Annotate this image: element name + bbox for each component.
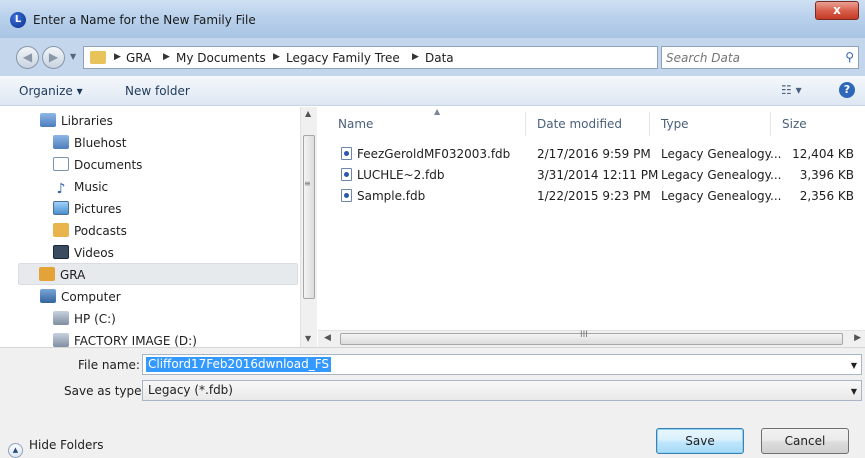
help-icon[interactable]: ?	[839, 82, 855, 98]
column-header-type[interactable]: Type	[661, 117, 689, 131]
file-size: 12,404 KB	[792, 147, 854, 161]
file-size: 3,396 KB	[799, 168, 854, 182]
nav-item-podcasts[interactable]: Podcasts	[53, 220, 127, 242]
address-row: ◀ ▶ ▼ ▶ GRA ▶ My Documents ▶ Legacy Fami…	[0, 38, 865, 76]
scroll-grip-icon: III	[580, 330, 588, 340]
library-icon	[53, 135, 69, 149]
cancel-button[interactable]: Cancel	[761, 428, 849, 454]
legacy-file-icon	[341, 147, 352, 160]
breadcrumb-separator-icon[interactable]: ▶	[114, 52, 121, 62]
music-icon: ♪	[56, 181, 66, 197]
nav-item-documents[interactable]: Documents	[53, 154, 142, 176]
file-name: Sample.fdb	[357, 189, 426, 203]
drive-icon	[53, 311, 69, 325]
computer-icon	[40, 289, 56, 303]
column-divider[interactable]	[770, 112, 771, 136]
nav-vertical-scrollbar[interactable]: ▲ ≡ ▼	[300, 107, 317, 347]
file-name: LUCHLE~2.fdb	[357, 168, 445, 182]
nav-item-hp-c[interactable]: HP (C:)	[53, 308, 116, 330]
title-bar: L Enter a Name for the New Family File x	[0, 0, 865, 38]
videos-icon	[53, 245, 69, 259]
save-as-type-select[interactable]: Legacy (*.fdb) ▼	[142, 380, 862, 401]
new-folder-button[interactable]: New folder	[125, 84, 190, 98]
nav-item-computer[interactable]: Computer	[40, 286, 121, 308]
breadcrumb-legacy-family-tree[interactable]: Legacy Family Tree	[286, 51, 400, 65]
scroll-thumb[interactable]	[303, 135, 315, 299]
file-size: 2,356 KB	[799, 189, 854, 203]
save-button[interactable]: Save	[656, 428, 744, 454]
file-type: Legacy Genealogy...	[661, 147, 782, 161]
file-name-field[interactable]: Clifford17Feb2016dwnload_FS ▼	[142, 354, 862, 375]
chevron-down-icon[interactable]: ▼	[851, 387, 857, 396]
navigation-pane: Libraries Bluehost Documents ♪ Music Pict…	[0, 107, 318, 347]
column-header-name[interactable]: Name	[338, 117, 373, 131]
folder-icon	[90, 51, 106, 64]
breadcrumb-separator-icon[interactable]: ▶	[412, 52, 419, 62]
scroll-down-icon[interactable]: ▼	[305, 334, 311, 343]
scroll-right-icon[interactable]: ▶	[854, 333, 861, 343]
save-form: File name: Clifford17Feb2016dwnload_FS ▼…	[0, 347, 865, 458]
file-list: Name ▲ Date modified Type Size FeezGerol…	[318, 107, 865, 347]
collapse-icon: ▲	[8, 443, 23, 458]
nav-item-videos[interactable]: Videos	[53, 242, 114, 264]
scroll-thumb[interactable]	[340, 333, 843, 345]
nav-item-libraries[interactable]: Libraries	[40, 110, 113, 132]
forward-button[interactable]: ▶	[42, 46, 65, 69]
close-button[interactable]: x	[815, 1, 859, 20]
file-type: Legacy Genealogy...	[661, 168, 782, 182]
breadcrumb-data[interactable]: Data	[425, 51, 454, 65]
column-header-size[interactable]: Size	[782, 117, 807, 131]
scroll-grip-icon: ≡	[304, 179, 311, 188]
legacy-file-icon	[341, 168, 352, 181]
drive-icon	[53, 333, 69, 347]
file-row[interactable]: LUCHLE~2.fdb 3/31/2014 12:11 PM Legacy G…	[338, 165, 865, 185]
scroll-left-icon[interactable]: ◀	[324, 333, 331, 343]
file-date: 2/17/2016 9:59 PM	[537, 147, 651, 161]
search-box[interactable]: ⚲	[661, 46, 859, 69]
back-button[interactable]: ◀	[16, 46, 39, 69]
file-name-label: File name:	[78, 358, 140, 372]
nav-item-gra[interactable]: GRA	[18, 263, 298, 285]
breadcrumb-separator-icon[interactable]: ▶	[273, 52, 280, 62]
file-row[interactable]: FeezGeroldMF032003.fdb 2/17/2016 9:59 PM…	[338, 144, 865, 164]
file-date: 3/31/2014 12:11 PM	[537, 168, 659, 182]
search-input[interactable]	[666, 49, 826, 66]
column-header-date-modified[interactable]: Date modified	[537, 117, 622, 131]
chevron-down-icon[interactable]: ▼	[851, 361, 857, 370]
window-title: Enter a Name for the New Family File	[33, 13, 256, 27]
nav-item-pictures[interactable]: Pictures	[53, 198, 122, 220]
nav-item-music[interactable]: ♪ Music	[53, 176, 109, 198]
save-as-type-value: Legacy (*.fdb)	[148, 383, 233, 397]
file-row[interactable]: Sample.fdb 1/22/2015 9:23 PM Legacy Gene…	[338, 186, 865, 206]
nav-item-factory-image-d[interactable]: FACTORY IMAGE (D:)	[53, 330, 197, 347]
search-icon[interactable]: ⚲	[845, 50, 854, 64]
command-toolbar: Organize ▾ New folder ☷ ▾ ?	[0, 76, 865, 106]
change-view-icon[interactable]: ☷ ▾	[781, 83, 802, 97]
file-name-value[interactable]: Clifford17Feb2016dwnload_FS	[146, 357, 332, 372]
file-name: FeezGeroldMF032003.fdb	[357, 147, 511, 161]
documents-icon	[53, 157, 69, 171]
file-type: Legacy Genealogy...	[661, 189, 782, 203]
libraries-icon	[40, 113, 56, 127]
file-date: 1/22/2015 9:23 PM	[537, 189, 651, 203]
address-bar[interactable]: ▶ GRA ▶ My Documents ▶ Legacy Family Tre…	[83, 46, 728, 69]
save-as-type-label: Save as type:	[64, 384, 146, 398]
user-folder-icon	[39, 267, 55, 281]
column-divider[interactable]	[649, 112, 650, 136]
sort-ascending-icon: ▲	[434, 107, 441, 116]
recent-locations-icon[interactable]: ▼	[70, 52, 76, 61]
column-divider[interactable]	[525, 112, 526, 136]
breadcrumb-my-documents[interactable]: My Documents	[176, 51, 266, 65]
hide-folders-button[interactable]: ▲ Hide Folders	[8, 438, 104, 458]
legacy-file-icon	[341, 189, 352, 202]
nav-item-bluehost[interactable]: Bluehost	[53, 132, 126, 154]
podcasts-icon	[53, 223, 69, 237]
legacy-app-icon: L	[10, 12, 26, 28]
breadcrumb-separator-icon[interactable]: ▶	[163, 52, 170, 62]
pictures-icon	[53, 201, 69, 215]
breadcrumb-gra[interactable]: GRA	[126, 51, 151, 65]
organize-button[interactable]: Organize ▾	[19, 84, 83, 98]
scroll-up-icon[interactable]: ▲	[305, 109, 311, 118]
file-list-horizontal-scrollbar[interactable]: ◀ III ▶	[318, 330, 865, 347]
